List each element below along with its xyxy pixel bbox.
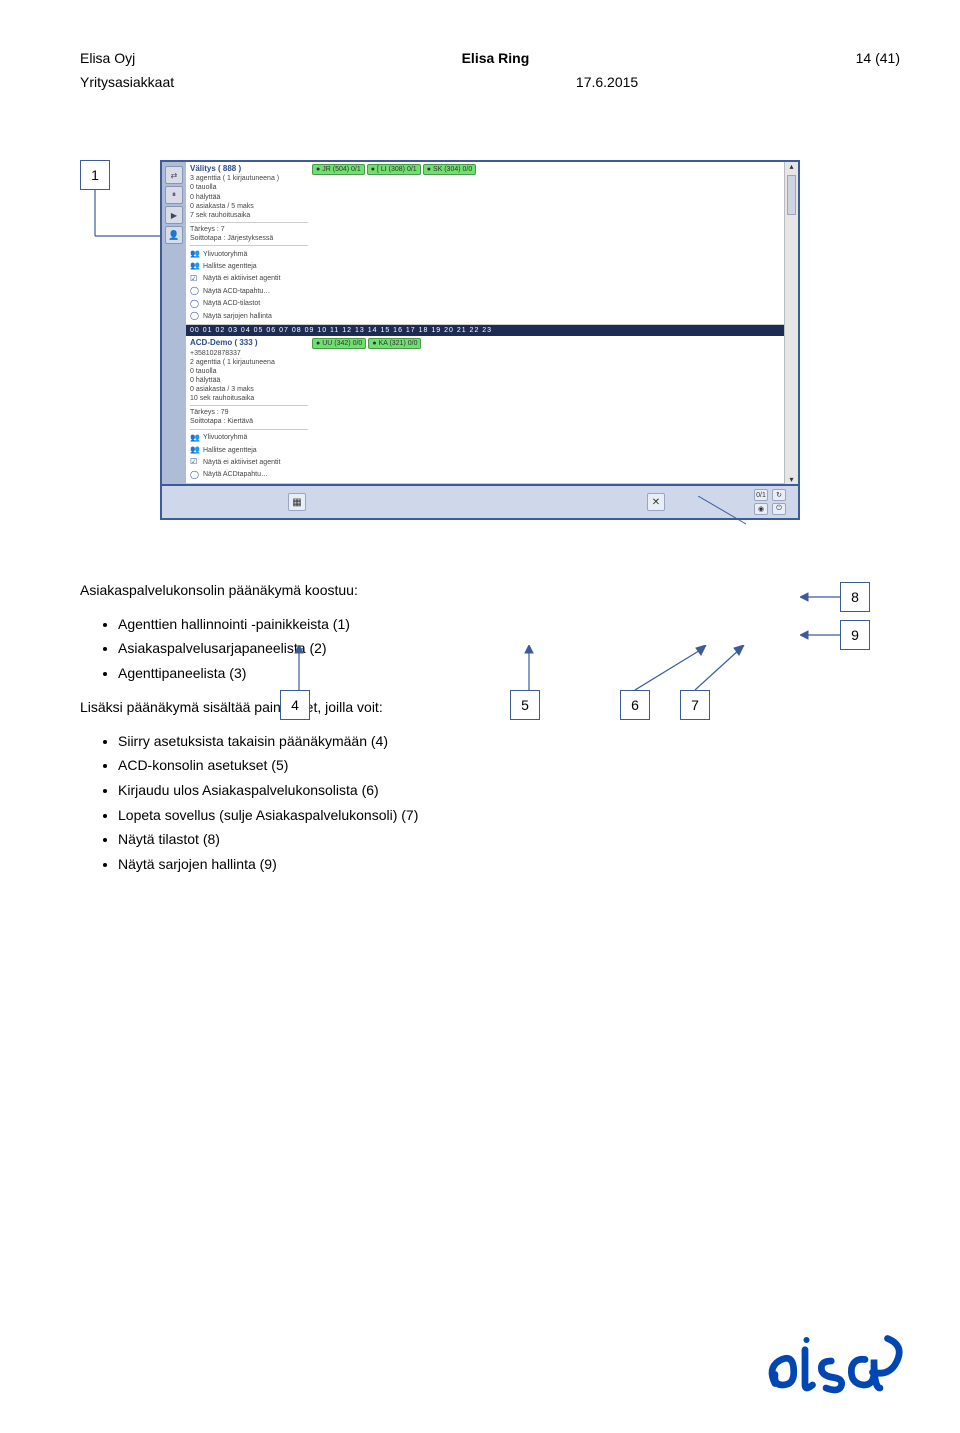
intro-paragraph-2: Lisäksi päänäkymä sisältää painikkeet, j… bbox=[80, 697, 900, 719]
list-item: Lopeta sovellus (sulje Asiakaspalvelukon… bbox=[118, 805, 900, 827]
stats-button[interactable]: 0/1 bbox=[754, 489, 768, 501]
menu-item[interactable]: ◯Näytä sarjojen hallinta bbox=[190, 310, 308, 322]
agent-control-toolbar: ⇄ ⏸ ▶ 👤 bbox=[162, 162, 186, 484]
menu-item[interactable]: ◯Näytä ACDtapahtu… bbox=[190, 469, 308, 481]
subheader-left: Yritysasiakkaat bbox=[80, 74, 174, 90]
bottom-toolbar: ▦ ✕ 0/1 ↻ ◉ ⏻ bbox=[162, 484, 798, 518]
list-item: Näytä tilastot (8) bbox=[118, 829, 900, 851]
subheader-date: 17.6.2015 bbox=[576, 74, 638, 90]
menu-item[interactable]: ◯Näytä ACD-tapahtu… bbox=[190, 285, 308, 297]
back-to-main-button[interactable]: ▦ bbox=[288, 493, 306, 511]
elisa-logo bbox=[760, 1331, 910, 1404]
agent-chip[interactable]: ●JR (504) 0/1 bbox=[312, 164, 365, 175]
queue-title: ACD-Demo ( 333 ) bbox=[190, 338, 308, 348]
menu-item[interactable]: 👥Ylivuotoryhmä bbox=[190, 248, 308, 260]
menu-item[interactable]: 👥Ylivuotoryhmä bbox=[190, 432, 308, 444]
toolbar-button[interactable]: ▶ bbox=[165, 206, 183, 224]
queue-panel: ACD-Demo ( 333 ) +358102878337 2 agentti… bbox=[186, 336, 784, 484]
callout-9: 9 bbox=[840, 620, 870, 650]
callout-1: 1 bbox=[80, 160, 110, 190]
callout-6: 6 bbox=[620, 690, 650, 720]
bottom-right-controls: 0/1 ↻ ◉ ⏻ bbox=[754, 489, 786, 515]
queue-title: Välitys ( 888 ) bbox=[190, 164, 308, 174]
buttons-list: Siirry asetuksista takaisin päänäkymään … bbox=[80, 731, 900, 876]
menu-item[interactable]: 👥Hallitse agentteja bbox=[190, 260, 308, 272]
header-pageinfo: 14 (41) bbox=[856, 50, 900, 66]
list-item: Asiakaspalvelusarjapaneelista (2) bbox=[118, 638, 900, 660]
menu-item[interactable]: 👥Hallitse agentteja bbox=[190, 444, 308, 456]
app-window: ⇄ ⏸ ▶ 👤 Välitys ( 888 ) 3 agenttia ( 1 k… bbox=[160, 160, 800, 520]
components-list: Agenttien hallinnointi -painikkeista (1)… bbox=[80, 614, 900, 685]
agent-row: ●UU (342) 0/0 ●KA (321) 0/0 bbox=[312, 338, 780, 349]
list-item: Kirjaudu ulos Asiakaspalvelukonsolista (… bbox=[118, 780, 900, 802]
header-product: Elisa Ring bbox=[135, 50, 855, 66]
agent-chip[interactable]: ●UU (342) 0/0 bbox=[312, 338, 366, 349]
callout-5: 5 bbox=[510, 690, 540, 720]
vertical-scrollbar[interactable]: ▴ ▾ bbox=[784, 162, 798, 484]
body-text: Asiakaspalvelukonsolin päänäkymä koostuu… bbox=[80, 580, 900, 876]
list-item: ACD-konsolin asetukset (5) bbox=[118, 755, 900, 777]
screenshot-figure: 1 2 3 ⇄ ⏸ ▶ bbox=[80, 160, 900, 520]
page-header: Elisa Oyj Elisa Ring 14 (41) bbox=[80, 50, 900, 66]
page-subheader: Yritysasiakkaat 17.6.2015 bbox=[80, 74, 900, 90]
menu-item[interactable]: ☑Näytä ei aktiiviset agentit bbox=[190, 456, 308, 468]
queue-manage-button[interactable]: ◉ bbox=[754, 503, 768, 515]
list-item: Agenttipaneelista (3) bbox=[118, 663, 900, 685]
agent-row: ●JR (504) 0/1 ●[ LI (308) 0/1 ●SK (304) … bbox=[312, 164, 780, 175]
agent-chip[interactable]: ●KA (321) 0/0 bbox=[368, 338, 421, 349]
agent-chip[interactable]: ●[ LI (308) 0/1 bbox=[367, 164, 421, 175]
toolbar-button[interactable]: 👤 bbox=[165, 226, 183, 244]
toolbar-button[interactable]: ⇄ bbox=[165, 166, 183, 184]
logout-button[interactable]: ↻ bbox=[772, 489, 786, 501]
agent-chip[interactable]: ●SK (304) 0/0 bbox=[423, 164, 477, 175]
menu-item[interactable]: ◯Näytä ACD-tilastot bbox=[190, 298, 308, 310]
toolbar-button[interactable]: ⏸ bbox=[165, 186, 183, 204]
close-app-button[interactable]: ⏻ bbox=[772, 503, 786, 515]
queue-info: ACD-Demo ( 333 ) +358102878337 2 agentti… bbox=[190, 338, 308, 481]
main-panel: Välitys ( 888 ) 3 agenttia ( 1 kirjautun… bbox=[186, 162, 784, 484]
queue-info: Välitys ( 888 ) 3 agenttia ( 1 kirjautun… bbox=[190, 164, 308, 322]
callout-8: 8 bbox=[840, 582, 870, 612]
settings-button[interactable]: ✕ bbox=[647, 493, 665, 511]
callout-4: 4 bbox=[280, 690, 310, 720]
list-item: Siirry asetuksista takaisin päänäkymään … bbox=[118, 731, 900, 753]
intro-paragraph: Asiakaspalvelukonsolin päänäkymä koostuu… bbox=[80, 580, 900, 602]
queue-panel: Välitys ( 888 ) 3 agenttia ( 1 kirjautun… bbox=[186, 162, 784, 325]
list-item: Agenttien hallinnointi -painikkeista (1) bbox=[118, 614, 900, 636]
menu-item[interactable]: ☑Näytä ei aktiiviset agentit bbox=[190, 273, 308, 285]
callout-7: 7 bbox=[680, 690, 710, 720]
header-company: Elisa Oyj bbox=[80, 50, 135, 66]
timeline-ruler: 00 01 02 03 04 05 06 07 08 09 10 11 12 1… bbox=[186, 325, 784, 336]
list-item: Näytä sarjojen hallinta (9) bbox=[118, 854, 900, 876]
